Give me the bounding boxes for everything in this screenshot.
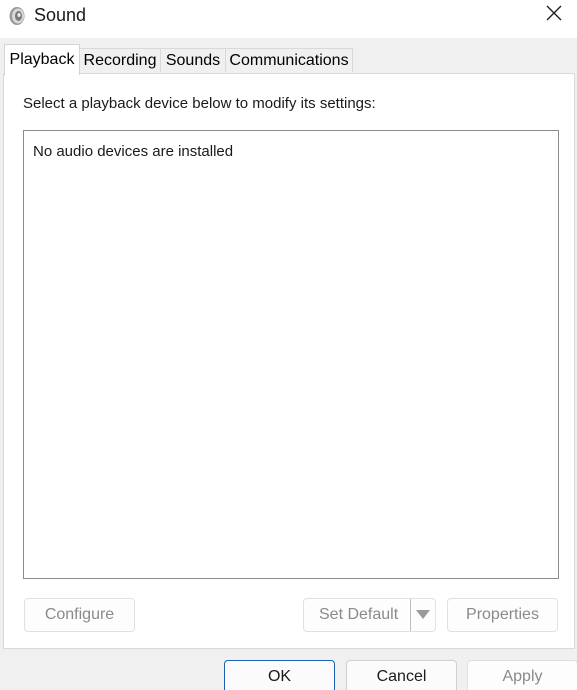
cancel-button[interactable]: Cancel	[346, 660, 457, 690]
configure-button[interactable]: Configure	[24, 598, 135, 632]
set-default-split-button[interactable]: Set Default	[303, 598, 436, 632]
apply-button[interactable]: Apply	[467, 660, 577, 690]
tab-recording[interactable]: Recording	[79, 48, 161, 72]
title-bar: Sound	[0, 0, 577, 38]
close-button[interactable]	[531, 0, 577, 30]
instruction-text: Select a playback device below to modify…	[23, 95, 376, 112]
close-icon	[546, 5, 562, 26]
tab-strip: Playback Recording Sounds Communications	[0, 38, 577, 75]
tab-sounds[interactable]: Sounds	[160, 48, 226, 72]
properties-button[interactable]: Properties	[447, 598, 558, 632]
tab-playback[interactable]: Playback	[4, 44, 80, 75]
empty-device-message: No audio devices are installed	[33, 143, 234, 160]
sound-dialog: Sound Playback Recording Sounds Communic…	[0, 0, 577, 690]
tab-communications[interactable]: Communications	[225, 48, 353, 72]
device-list[interactable]: No audio devices are installed	[23, 130, 559, 579]
window-title: Sound	[34, 5, 87, 25]
chevron-down-icon	[416, 599, 430, 631]
set-default-dropdown[interactable]	[410, 599, 435, 631]
speaker-icon	[8, 6, 26, 26]
set-default-label: Set Default	[319, 606, 399, 623]
ok-button[interactable]: OK	[224, 660, 335, 690]
